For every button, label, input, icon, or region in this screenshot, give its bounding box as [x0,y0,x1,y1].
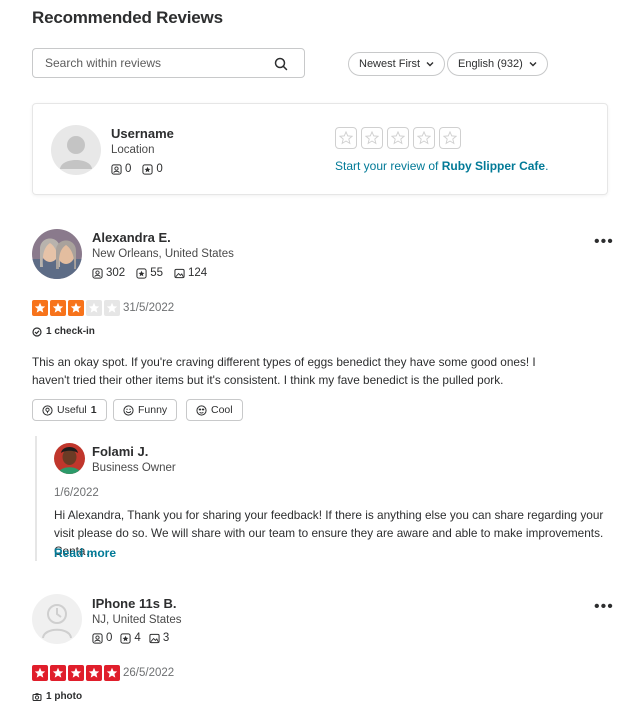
reviews-count: 0 [156,163,163,175]
review-star-rating [32,665,120,681]
photos-count: 3 [162,632,170,644]
reviewer-name[interactable]: IPhone 11s B. [92,596,177,611]
review-search-box[interactable] [32,48,305,78]
cool-button[interactable]: Cool [186,399,243,421]
photos-icon [174,268,185,278]
star-icon [104,300,120,316]
reviewer-location: NJ, United States [92,614,182,626]
reviews-icon [142,163,153,175]
current-user-location: Location [111,144,155,156]
reviewer-avatar[interactable] [32,594,82,644]
star-icon [32,300,48,316]
review-search-input[interactable] [43,55,272,71]
rating-star-3[interactable] [387,127,409,149]
default-avatar-icon [60,136,92,169]
owner-photo-icon [54,443,85,474]
reviewer-avatar[interactable] [32,229,82,279]
business-link[interactable]: Ruby Slipper Cafe [442,159,545,173]
friends-icon [92,267,103,279]
friends-count: 302 [106,267,126,279]
smile-icon [123,404,134,416]
read-more-link[interactable]: Read more [54,546,116,560]
useful-button[interactable]: Useful 1 [32,399,107,421]
chevron-down-icon [426,62,434,67]
rating-star-1[interactable] [335,127,357,149]
camera-icon [32,692,42,701]
language-dropdown[interactable]: English (932) [447,52,548,76]
review-date: 31/5/2022 [123,302,175,314]
photo-label: 1 photo [46,691,83,702]
star-icon [50,300,66,316]
rating-star-5[interactable] [439,127,461,149]
start-review-text: Start your review of [335,159,442,173]
checkin-label: 1 check-in [46,326,95,337]
review-date: 26/5/2022 [123,667,175,679]
chevron-down-icon [529,62,537,67]
star-icon [68,665,84,681]
reviews-icon [136,267,147,279]
friends-count: 0 [125,163,132,175]
star-icon [50,665,66,681]
photos-icon [149,633,160,643]
search-icon[interactable] [274,57,288,71]
reply-text: Hi Alexandra, Thank you for sharing your… [54,508,604,558]
friends-icon [111,163,122,175]
star-icon [86,665,102,681]
reviewer-photo-icon [32,229,82,279]
language-label: English (932) [458,58,523,70]
funny-label: Funny [138,404,168,416]
user-avatar [51,125,101,175]
friends-icon [92,632,103,644]
checkin-tag: 1 check-in [32,326,95,337]
reviewer-stats: 0 4 3 [92,632,169,644]
rating-selector[interactable] [335,127,461,149]
star-icon [68,300,84,316]
reviews-icon [120,632,131,644]
star-icon [104,665,120,681]
start-review-suffix: . [545,159,549,173]
owner-name[interactable]: Folami J. [92,444,148,459]
review-text: This an okay spot. If you're craving dif… [32,355,536,387]
owner-avatar[interactable] [54,443,85,474]
rating-star-4[interactable] [413,127,435,149]
current-user-stats: 0 0 [111,163,163,175]
reviewer-location: New Orleans, United States [92,248,234,260]
useful-label: Useful [57,404,87,416]
review-star-rating [32,300,120,316]
reviews-count: 55 [150,267,163,279]
useful-count: 1 [90,404,97,416]
star-icon [86,300,102,316]
reply-date: 1/6/2022 [54,487,99,499]
reply-divider [35,436,37,561]
sort-dropdown[interactable]: Newest First [348,52,446,76]
funny-button[interactable]: Funny [113,399,178,421]
lightbulb-icon [42,404,53,416]
reviewer-name[interactable]: Alexandra E. [92,230,171,245]
section-heading: Recommended Reviews [32,8,223,27]
more-options-icon[interactable]: ••• [594,598,614,616]
rating-star-2[interactable] [361,127,383,149]
more-options-icon[interactable]: ••• [594,233,614,251]
owner-role: Business Owner [92,462,176,474]
reviewer-stats: 302 55 124 [92,267,207,279]
photos-count: 124 [187,267,208,279]
current-user-name[interactable]: Username [111,126,174,141]
sort-label: Newest First [359,58,421,70]
sunglasses-icon [196,404,207,416]
friends-count: 0 [106,632,113,644]
start-review-prompt[interactable]: Start your review of Ruby Slipper Cafe. [335,159,548,173]
star-icon [32,665,48,681]
reviews-count: 4 [134,632,141,644]
photo-tag: 1 photo [32,691,82,702]
default-avatar-icon [42,604,72,639]
check-in-icon [32,326,42,337]
cool-label: Cool [211,404,233,416]
